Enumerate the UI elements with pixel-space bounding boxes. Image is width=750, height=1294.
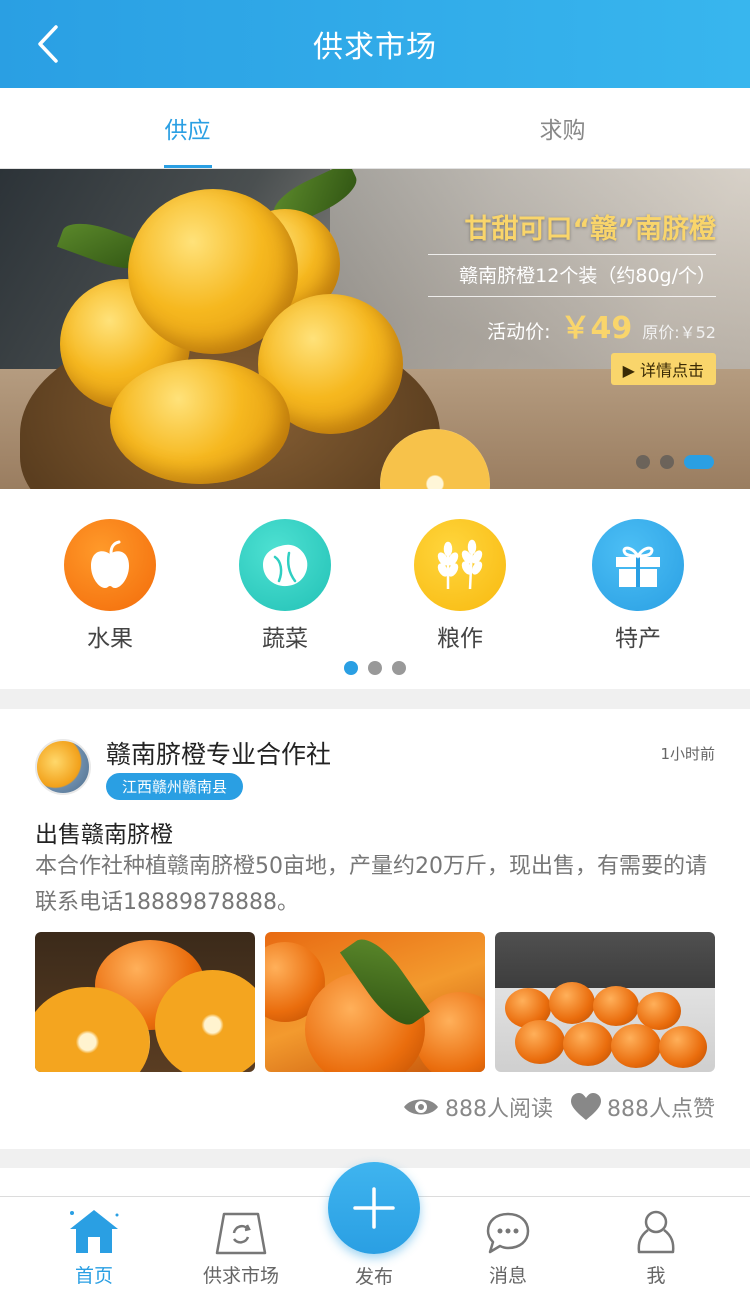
category-grain[interactable]: 粮作 (390, 519, 530, 653)
nav-home-icon-wrap (19, 1209, 169, 1255)
banner-dot[interactable] (636, 455, 650, 469)
category-specialty[interactable]: 特产 (568, 519, 708, 653)
banner-headline: 甘甜可口“赣”南脐橙 (428, 207, 716, 255)
post-photos (35, 932, 715, 1072)
publish-label: 发布 (354, 1266, 393, 1288)
banner-dot[interactable] (660, 455, 674, 469)
category-dot[interactable] (368, 661, 382, 675)
banner-pagination (636, 455, 714, 469)
oranges-in-crate-photo[interactable] (495, 932, 715, 1072)
supply-demand-tabs: 供应 求购 (0, 88, 750, 169)
banner-price-row: 活动价: ￥49 原价:￥52 (428, 303, 716, 347)
nav-messages[interactable]: 消息 (433, 1209, 583, 1288)
orange-image (659, 1026, 707, 1068)
nav-label: 供求市场 (202, 1265, 279, 1287)
category-pagination (0, 661, 750, 675)
category-grid: 水果 蔬菜 粮作 特产 (0, 489, 750, 689)
category-label: 粮作 (437, 626, 483, 652)
nav-label: 首页 (74, 1265, 113, 1287)
location-badge: 江西赣州赣南县 (106, 773, 244, 800)
oranges-with-leaf-photo[interactable] (265, 932, 485, 1072)
post-stats: 888人阅读 888人点赞 (403, 1091, 715, 1123)
post-title: 出售赣南脐橙 (35, 822, 173, 848)
original-price: 原价:￥52 (642, 323, 716, 342)
nav-label: 消息 (488, 1265, 527, 1287)
page-title: 供求市场 (313, 30, 437, 65)
category-fruit[interactable]: 水果 (40, 519, 180, 653)
like-count-label: 888人点赞 (607, 1097, 715, 1122)
tab-supply[interactable]: 供应 (0, 88, 375, 168)
supply-market-screen: 供求市场 供应 求购 甘甜可口“赣”南脐橙 赣南脐橙12个装（约80g/个） 活… (0, 0, 750, 1294)
chevron-left-icon (38, 25, 58, 63)
nav-label: 我 (646, 1265, 666, 1287)
orange-image (549, 982, 595, 1024)
category-label: 水果 (87, 626, 133, 652)
banner-copy: 甘甜可口“赣”南脐橙 赣南脐橙12个装（约80g/个） 活动价: ￥49 原价:… (428, 207, 716, 385)
sliced-oranges-photo[interactable] (35, 932, 255, 1072)
category-dot-active[interactable] (344, 661, 358, 675)
wheat-icon (437, 539, 483, 590)
promo-price: ￥49 (560, 311, 633, 346)
category-fruit-circle (64, 519, 156, 611)
nav-market-icon-wrap (166, 1209, 316, 1255)
heart-icon (571, 1093, 601, 1120)
category-grain-circle (414, 519, 506, 611)
detail-button[interactable]: ▶ 详情点击 (610, 353, 716, 385)
nav-home[interactable]: 首页 (19, 1209, 169, 1288)
orange-image (515, 1020, 565, 1064)
promo-banner[interactable]: 甘甜可口“赣”南脐橙 赣南脐橙12个装（约80g/个） 活动价: ￥49 原价:… (0, 169, 750, 489)
market-bag-icon (215, 1212, 267, 1255)
nav-market[interactable]: 供求市场 (166, 1209, 316, 1288)
post-time: 1小时前 (660, 745, 715, 763)
supply-post-card[interactable]: 赣南脐橙专业合作社 江西赣州赣南县 1小时前 出售赣南脐橙 本合作社种植赣南脐橙… (0, 709, 750, 1149)
banner-subtitle: 赣南脐橙12个装（约80g/个） (428, 255, 716, 297)
back-button[interactable] (28, 20, 68, 68)
plus-icon (353, 1187, 395, 1229)
category-label: 蔬菜 (262, 626, 308, 652)
gift-icon (616, 546, 660, 587)
eye-icon (404, 1099, 438, 1115)
avatar[interactable] (35, 739, 91, 795)
banner-dot-active[interactable] (684, 455, 714, 469)
category-specialty-circle (592, 519, 684, 611)
nav-me-icon-wrap (581, 1209, 731, 1255)
read-count-label: 888人阅读 (445, 1097, 553, 1122)
promo-price-label: 活动价: (487, 321, 551, 343)
person-icon (637, 1210, 675, 1254)
orange-image (110, 359, 290, 484)
publish-button[interactable] (328, 1162, 420, 1254)
tab-purchase[interactable]: 求购 (375, 88, 750, 168)
post-author[interactable]: 赣南脐橙专业合作社 (106, 735, 331, 771)
category-vegetable-circle (239, 519, 331, 611)
apple-icon (91, 540, 129, 588)
top-bar: 供求市场 (0, 0, 750, 88)
orange-image (593, 986, 639, 1026)
read-count: 888人阅读 (403, 1091, 553, 1123)
cabbage-icon (263, 544, 308, 587)
category-vegetable[interactable]: 蔬菜 (215, 519, 355, 653)
category-label: 特产 (615, 626, 661, 652)
nav-me[interactable]: 我 (581, 1209, 731, 1288)
category-dot[interactable] (392, 661, 406, 675)
orange-image (563, 1022, 613, 1066)
like-button[interactable]: 888人点赞 (571, 1091, 715, 1123)
nav-messages-icon-wrap (433, 1209, 583, 1255)
chat-bubble-icon (486, 1212, 530, 1254)
orange-image (611, 1024, 661, 1068)
post-body: 本合作社种植赣南脐橙50亩地，产量约20万斤，现出售，有需要的请联系电话1888… (35, 854, 707, 915)
home-icon (70, 1210, 119, 1253)
